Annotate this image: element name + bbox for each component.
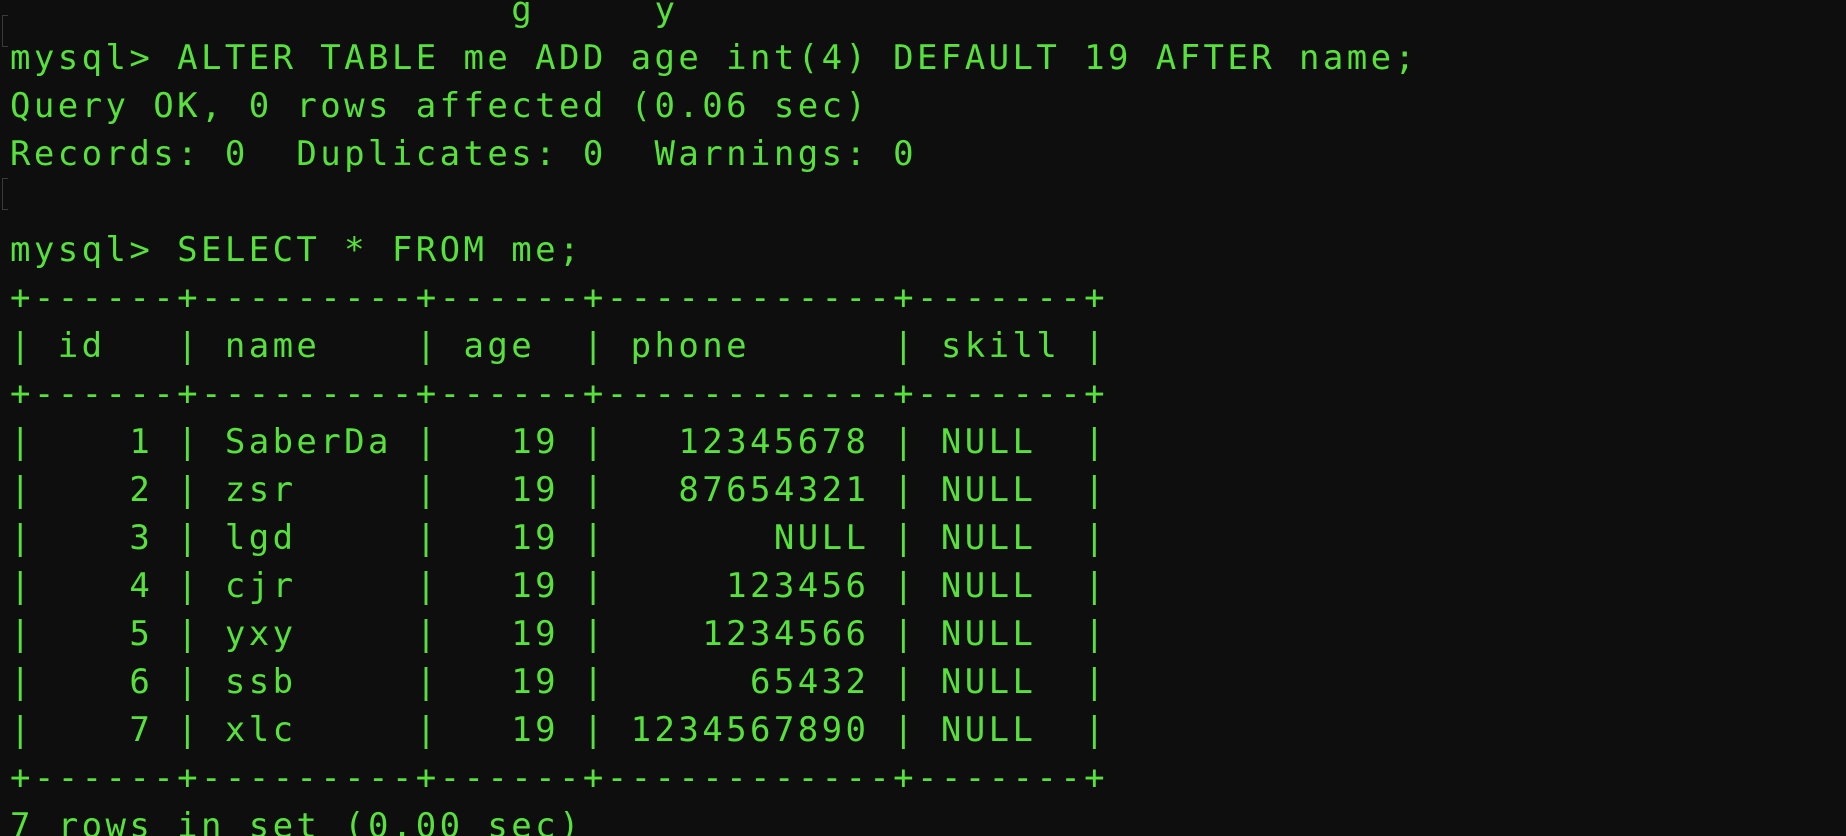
table-row: | 7 | xlc | 19 | 1234567890 | NULL | [10, 710, 1109, 750]
command-line-alter-table: mysql> ALTER TABLE me ADD age int(4) DEF… [10, 38, 1419, 78]
table-row: | 6 | ssb | 19 | 65432 | NULL | [10, 662, 1109, 702]
table-row: | 3 | lgd | 19 | NULL | NULL | [10, 518, 1109, 558]
records-summary-line: Records: 0 Duplicates: 0 Warnings: 0 [10, 134, 918, 174]
prompt-marker [2, 178, 8, 210]
table-header-row: | id | name | age | phone | skill | [10, 326, 1109, 366]
table-border-top: +------+---------+------+------------+--… [10, 278, 1109, 318]
command-line-select: mysql> SELECT * FROM me; [10, 230, 583, 270]
table-row: | 4 | cjr | 19 | 123456 | NULL | [10, 566, 1109, 606]
query-ok-line: Query OK, 0 rows affected (0.06 sec) [10, 86, 870, 126]
table-border-bottom: +------+---------+------+------------+--… [10, 758, 1109, 798]
table-row: | 5 | yxy | 19 | 1234566 | NULL | [10, 614, 1109, 654]
terminal-output: g y mysql> ALTER TABLE me ADD age int(4)… [10, 0, 1418, 836]
rows-in-set-line: 7 rows in set (0.00 sec) [10, 806, 583, 836]
prompt-marker [2, 15, 8, 47]
table-row: | 1 | SaberDa | 19 | 12345678 | NULL | [10, 422, 1109, 462]
output-line-partial: g y [10, 0, 679, 30]
terminal-window[interactable]: g y mysql> ALTER TABLE me ADD age int(4)… [0, 0, 1846, 836]
table-row: | 2 | zsr | 19 | 87654321 | NULL | [10, 470, 1109, 510]
table-border-header: +------+---------+------+------------+--… [10, 374, 1109, 414]
